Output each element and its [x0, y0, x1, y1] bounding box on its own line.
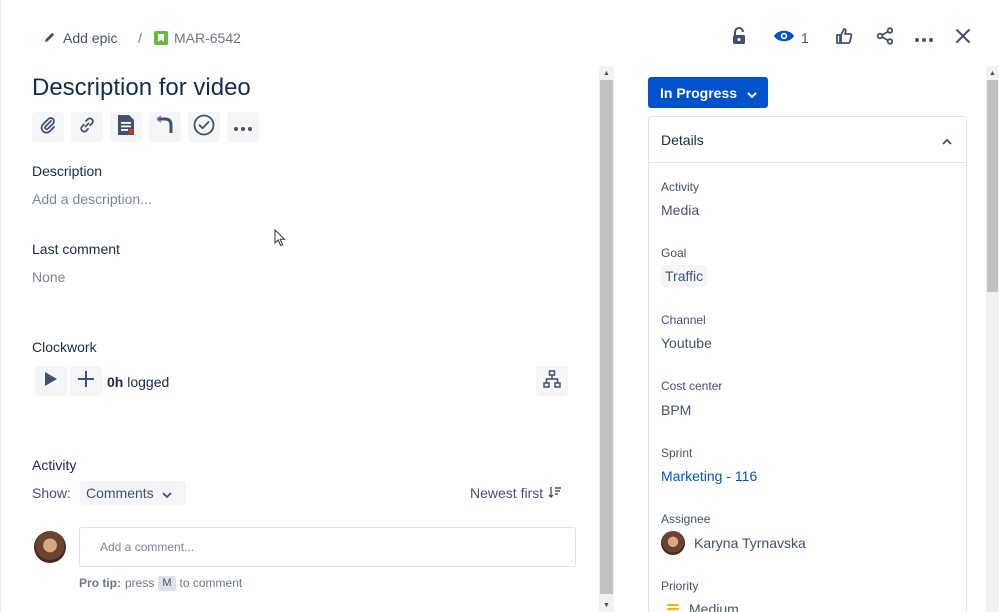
- main-scrollbar-thumb[interactable]: [600, 80, 613, 594]
- more-icon: [234, 118, 252, 136]
- assignee-avatar: [661, 531, 685, 555]
- activity-filter-value: Comments: [86, 485, 154, 501]
- comment-placeholder: Add a comment...: [100, 540, 195, 554]
- story-icon: [154, 31, 168, 45]
- more-icon: [915, 29, 933, 47]
- description-label: Description: [32, 163, 103, 179]
- activity-field-label: Activity: [661, 180, 700, 194]
- sort-order-label: Newest first: [470, 485, 544, 501]
- chevron-up-icon: [942, 132, 952, 148]
- pro-tip-press: press: [125, 576, 155, 590]
- add-epic-link[interactable]: Add epic: [44, 28, 117, 48]
- details-header[interactable]: Details: [649, 117, 966, 163]
- priority-field-value[interactable]: Medium: [667, 600, 739, 612]
- assignee-name: Karyna Tyrnavska: [694, 535, 806, 551]
- share-icon: [876, 26, 894, 50]
- start-timer-button[interactable]: [35, 366, 67, 396]
- priority-value: Medium: [689, 601, 739, 612]
- cost-center-field-value[interactable]: BPM: [661, 400, 691, 420]
- current-user-avatar: [34, 531, 66, 563]
- plus-icon: [77, 370, 95, 393]
- restrictions-button[interactable]: [723, 24, 755, 52]
- shortcut-key: M: [158, 575, 176, 591]
- sort-icon: [548, 483, 562, 503]
- breadcrumb-separator: /: [138, 30, 142, 46]
- sort-order-button[interactable]: Newest first: [470, 483, 562, 503]
- window-left-edge: [0, 0, 1, 612]
- more-tools-button[interactable]: [227, 112, 259, 142]
- chevron-down-icon: [747, 85, 757, 101]
- play-icon: [44, 371, 58, 392]
- scroll-down-arrow[interactable]: ▼: [599, 598, 614, 612]
- hierarchy-button[interactable]: [536, 366, 568, 396]
- last-comment-label: Last comment: [32, 241, 120, 257]
- status-label: In Progress: [660, 84, 738, 101]
- link-issue-button[interactable]: [71, 112, 103, 142]
- goal-field-value[interactable]: Traffic: [661, 265, 708, 287]
- channel-field-label: Channel: [661, 313, 706, 327]
- eye-icon: [773, 29, 795, 48]
- vote-button[interactable]: [828, 24, 860, 52]
- goal-field-label: Goal: [661, 246, 687, 260]
- pro-tip: Pro tip: press M to comment: [79, 575, 242, 591]
- pencil-icon: [44, 30, 56, 46]
- link-icon: [78, 116, 96, 139]
- time-logged-suffix: logged: [123, 374, 170, 390]
- watch-button[interactable]: [768, 24, 800, 52]
- close-icon: [955, 28, 971, 49]
- show-label: Show:: [32, 485, 71, 501]
- assignee-field-value[interactable]: Karyna Tyrnavska: [661, 531, 806, 555]
- scroll-up-arrow[interactable]: ▲: [599, 66, 614, 80]
- assignee-field-label: Assignee: [661, 512, 711, 526]
- checklist-icon: [193, 114, 215, 141]
- watch-count: 1: [801, 30, 809, 46]
- issue-title[interactable]: Description for video: [32, 72, 251, 104]
- attachment-icon: [40, 116, 56, 139]
- sprint-field-value[interactable]: Marketing - 116: [661, 466, 757, 486]
- details-scrollbar-thumb[interactable]: [987, 80, 998, 292]
- details-scroll-up-arrow[interactable]: ▲: [985, 66, 999, 80]
- confluence-page-button[interactable]: [110, 112, 142, 142]
- last-comment-value: None: [32, 269, 66, 285]
- sprint-field-label: Sprint: [661, 446, 693, 460]
- mouse-cursor-icon: [274, 228, 286, 252]
- description-placeholder[interactable]: Add a description...: [32, 189, 152, 209]
- hierarchy-icon: [543, 369, 561, 393]
- close-button[interactable]: [947, 24, 979, 52]
- activity-label: Activity: [32, 457, 77, 473]
- pro-tip-prefix: Pro tip:: [79, 576, 121, 590]
- activity-field-value[interactable]: Media: [661, 200, 699, 220]
- channel-field-value[interactable]: Youtube: [661, 333, 712, 353]
- more-actions-button[interactable]: [908, 24, 940, 52]
- add-epic-label: Add epic: [63, 30, 118, 46]
- branch-icon: [155, 114, 175, 140]
- cost-center-field-label: Cost center: [661, 379, 723, 393]
- log-work-button[interactable]: [70, 366, 102, 396]
- checklist-button[interactable]: [188, 112, 220, 142]
- time-logged-amount: 0h: [107, 374, 124, 390]
- clockwork-label: Clockwork: [32, 339, 97, 355]
- lock-icon: [731, 26, 747, 50]
- create-branch-button[interactable]: [149, 112, 181, 142]
- issue-key: MAR-6542: [174, 30, 241, 46]
- time-logged: 0h logged: [107, 372, 169, 392]
- priority-field-label: Priority: [661, 579, 699, 593]
- confluence-page-icon: [117, 114, 135, 141]
- chevron-down-icon: [162, 485, 172, 501]
- pro-tip-suffix: to comment: [179, 576, 243, 590]
- comment-input[interactable]: Add a comment...: [79, 527, 576, 567]
- attach-button[interactable]: [32, 112, 64, 142]
- priority-medium-icon: [667, 604, 679, 612]
- share-button[interactable]: [869, 24, 901, 52]
- thumbs-up-icon: [835, 27, 853, 50]
- details-title: Details: [661, 131, 704, 148]
- issue-key-link[interactable]: MAR-6542: [154, 28, 241, 48]
- status-dropdown-button[interactable]: In Progress: [648, 77, 768, 108]
- activity-filter-dropdown[interactable]: Comments: [80, 481, 186, 505]
